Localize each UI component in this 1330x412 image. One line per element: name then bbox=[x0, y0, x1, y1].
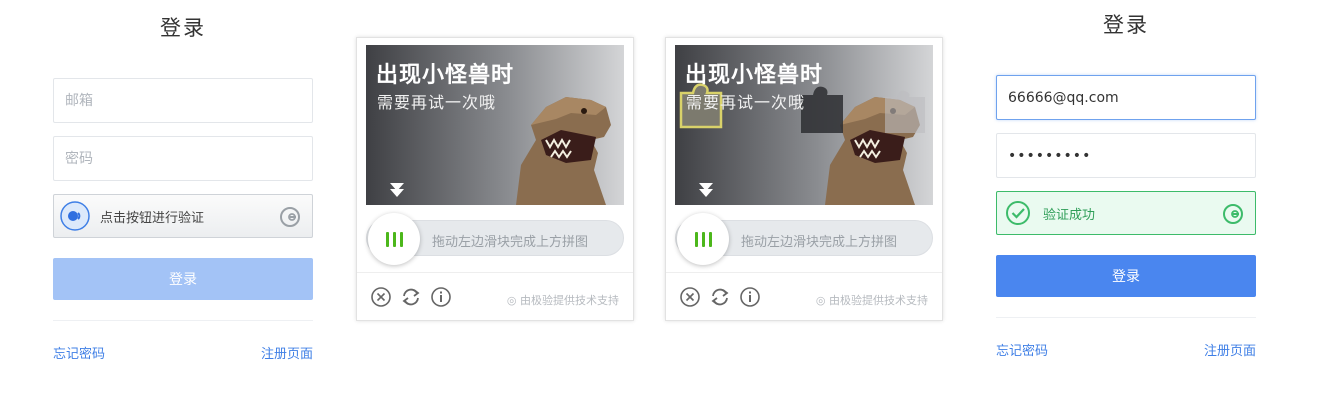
geetest-logo-icon bbox=[1223, 204, 1243, 224]
slider-handle[interactable] bbox=[368, 213, 420, 265]
geetest-brand: ◎ 由极验提供技术支持 bbox=[507, 292, 619, 308]
slider-hint: 拖动左边滑块完成上方拼图 bbox=[741, 235, 898, 250]
password-field[interactable] bbox=[996, 133, 1256, 178]
brand-text: 由极验提供技术支持 bbox=[520, 294, 619, 307]
verify-label: 点击按钮进行验证 bbox=[100, 210, 205, 226]
info-icon[interactable] bbox=[430, 286, 452, 308]
brand-text: 由极验提供技术支持 bbox=[829, 294, 928, 307]
geetest-logo-icon bbox=[280, 207, 300, 227]
divider bbox=[996, 317, 1256, 318]
captcha-headline: 出现小怪兽时 bbox=[376, 63, 515, 88]
verify-success-label: 验证成功 bbox=[1043, 207, 1096, 223]
email-field[interactable] bbox=[53, 78, 313, 123]
verify-success-box[interactable]: 验证成功 bbox=[996, 191, 1256, 235]
card-divider bbox=[357, 272, 633, 273]
login-button[interactable]: 登录 bbox=[53, 258, 313, 300]
captcha-card-2: 出现小怪兽时 需要再试一次哦 拖动左边滑块完成上方拼图 ◎ 由极验提供技术支持 bbox=[665, 37, 943, 321]
register-link[interactable]: 注册页面 bbox=[261, 343, 313, 362]
email-field[interactable] bbox=[996, 75, 1256, 120]
captcha-image: 出现小怪兽时 需要再试一次哦 bbox=[366, 45, 624, 205]
card-divider bbox=[666, 272, 942, 273]
refresh-icon[interactable] bbox=[400, 286, 422, 308]
forgot-password-link[interactable]: 忘记密码 bbox=[996, 340, 1048, 359]
check-circle-icon bbox=[1006, 201, 1030, 225]
geetest-logo-icon: ◎ bbox=[815, 294, 826, 307]
geetest-brand: ◎ 由极验提供技术支持 bbox=[816, 292, 928, 308]
info-icon[interactable] bbox=[739, 286, 761, 308]
password-field[interactable] bbox=[53, 136, 313, 181]
slider-handle[interactable] bbox=[677, 213, 729, 265]
register-link[interactable]: 注册页面 bbox=[1204, 340, 1256, 359]
captcha-headline: 出现小怪兽时 bbox=[685, 63, 824, 88]
captcha-subline: 需要再试一次哦 bbox=[377, 93, 497, 112]
refresh-icon[interactable] bbox=[709, 286, 731, 308]
captcha-image: 出现小怪兽时 需要再试一次哦 bbox=[675, 45, 933, 205]
captcha-card-1: 出现小怪兽时 需要再试一次哦 拖动左边滑块完成上方拼图 ◎ 由极验提供技术支持 bbox=[356, 37, 634, 321]
close-icon[interactable] bbox=[370, 286, 392, 308]
close-icon[interactable] bbox=[679, 286, 701, 308]
forgot-password-link[interactable]: 忘记密码 bbox=[53, 343, 105, 362]
captcha-subline: 需要再试一次哦 bbox=[686, 93, 806, 112]
geetest-logo-icon: ◎ bbox=[506, 294, 517, 307]
verify-button[interactable]: 点击按钮进行验证 bbox=[53, 194, 313, 238]
login-button[interactable]: 登录 bbox=[996, 255, 1256, 297]
radar-icon bbox=[60, 201, 90, 231]
slider-hint: 拖动左边滑块完成上方拼图 bbox=[432, 235, 589, 250]
page-title: 登录 bbox=[160, 16, 206, 40]
divider bbox=[53, 320, 313, 321]
page-title: 登录 bbox=[1103, 13, 1149, 37]
